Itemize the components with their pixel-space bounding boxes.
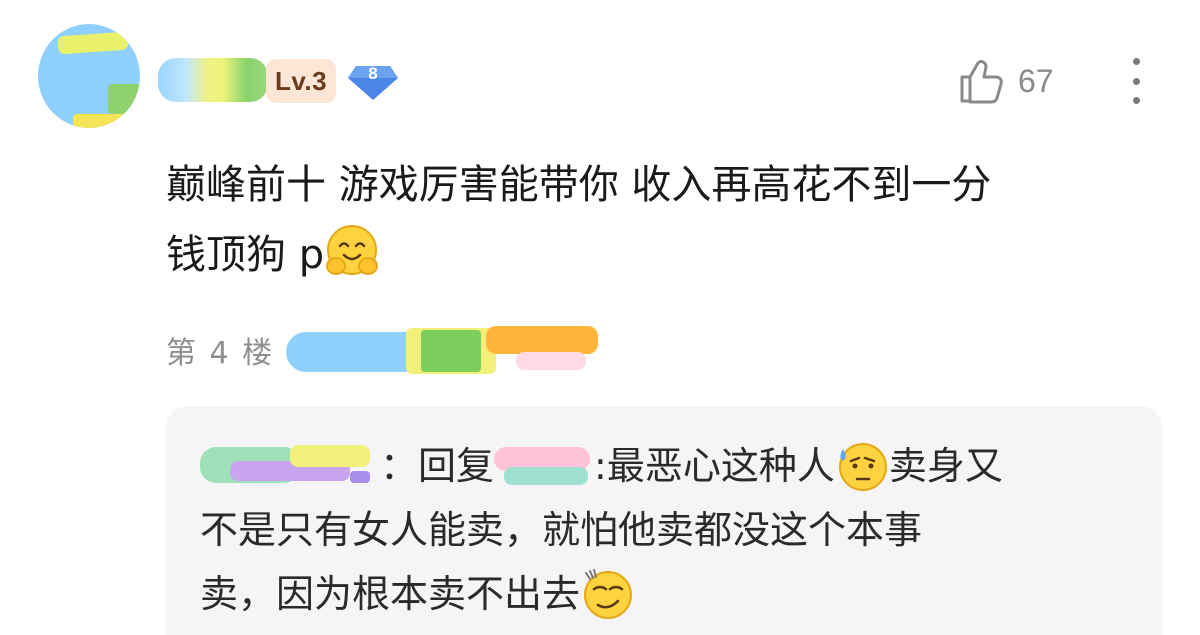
separator: ：: [380, 444, 419, 488]
privacy-scribble: [516, 352, 587, 370]
reply-text-part: 卖身又: [888, 444, 1003, 488]
avatar[interactable]: [38, 24, 140, 128]
dot: [1132, 97, 1140, 104]
username-redacted[interactable]: [158, 58, 268, 102]
privacy-scribble: [108, 84, 140, 114]
reply-word: 回复: [418, 444, 495, 488]
privacy-scribble: [421, 330, 482, 372]
hug-emoji-icon: [326, 225, 379, 275]
reply-text-part: 卖，因为根本卖不出去: [200, 572, 581, 616]
reply-line-2: 不是只有女人能卖，就怕他卖都没这个本事: [200, 508, 923, 552]
privacy-scribble: [57, 31, 129, 55]
privacy-scribble: [73, 114, 128, 128]
smug-emoji-icon: [584, 569, 633, 619]
floor-label: 第 4 楼: [166, 336, 275, 371]
reply-text: ：回复:最恶心这种人 卖身又 不是只有女人能卖，就怕他卖都没这个本事 卖，因为根…: [200, 434, 1130, 626]
reply-line-1: ：回复:最恶心这种人 卖身又: [200, 434, 1130, 498]
reply-author-redacted[interactable]: [200, 441, 380, 491]
fan-badge: 8: [346, 60, 400, 104]
reply-target-redacted[interactable]: [494, 441, 594, 491]
fan-badge-number: 8: [368, 64, 378, 83]
reply-preview[interactable]: ：回复:最恶心这种人 卖身又 不是只有女人能卖，就怕他卖都没这个本事 卖，因为根…: [166, 406, 1162, 635]
comment-line-2: 钱顶狗 p: [166, 220, 1156, 290]
comment-text: 钱顶狗 p: [166, 232, 325, 278]
privacy-scribble: [286, 332, 427, 372]
dot: [1132, 58, 1140, 65]
reply-line-3: 卖，因为根本卖不出去: [200, 562, 1130, 626]
comment-line: 巅峰前十 游戏厉害能带你 收入再高花不到一分: [166, 162, 992, 208]
comment-body: 巅峰前十 游戏厉害能带你 收入再高花不到一分 钱顶狗 p: [166, 150, 1156, 290]
privacy-scribble: [486, 326, 599, 354]
privacy-scribble: [286, 322, 599, 378]
comment-card: Lv.3 8 67 巅峰前十 游戏厉害能带你 收入再高花不到一分 钱顶狗 p 第…: [0, 0, 1200, 635]
sweat-emoji-icon: [838, 443, 887, 491]
level-badge: Lv.3: [266, 59, 336, 103]
reply-text-part: 最恶心这种人: [606, 444, 835, 488]
like-count: 67: [1018, 62, 1054, 99]
dot: [1132, 77, 1140, 85]
like-button[interactable]: 67: [958, 55, 1054, 107]
thumbs-up-icon: [960, 60, 1003, 104]
separator: :: [594, 444, 607, 488]
floor-info: 第 4 楼: [166, 320, 599, 380]
more-vertical-icon[interactable]: [1122, 58, 1150, 104]
